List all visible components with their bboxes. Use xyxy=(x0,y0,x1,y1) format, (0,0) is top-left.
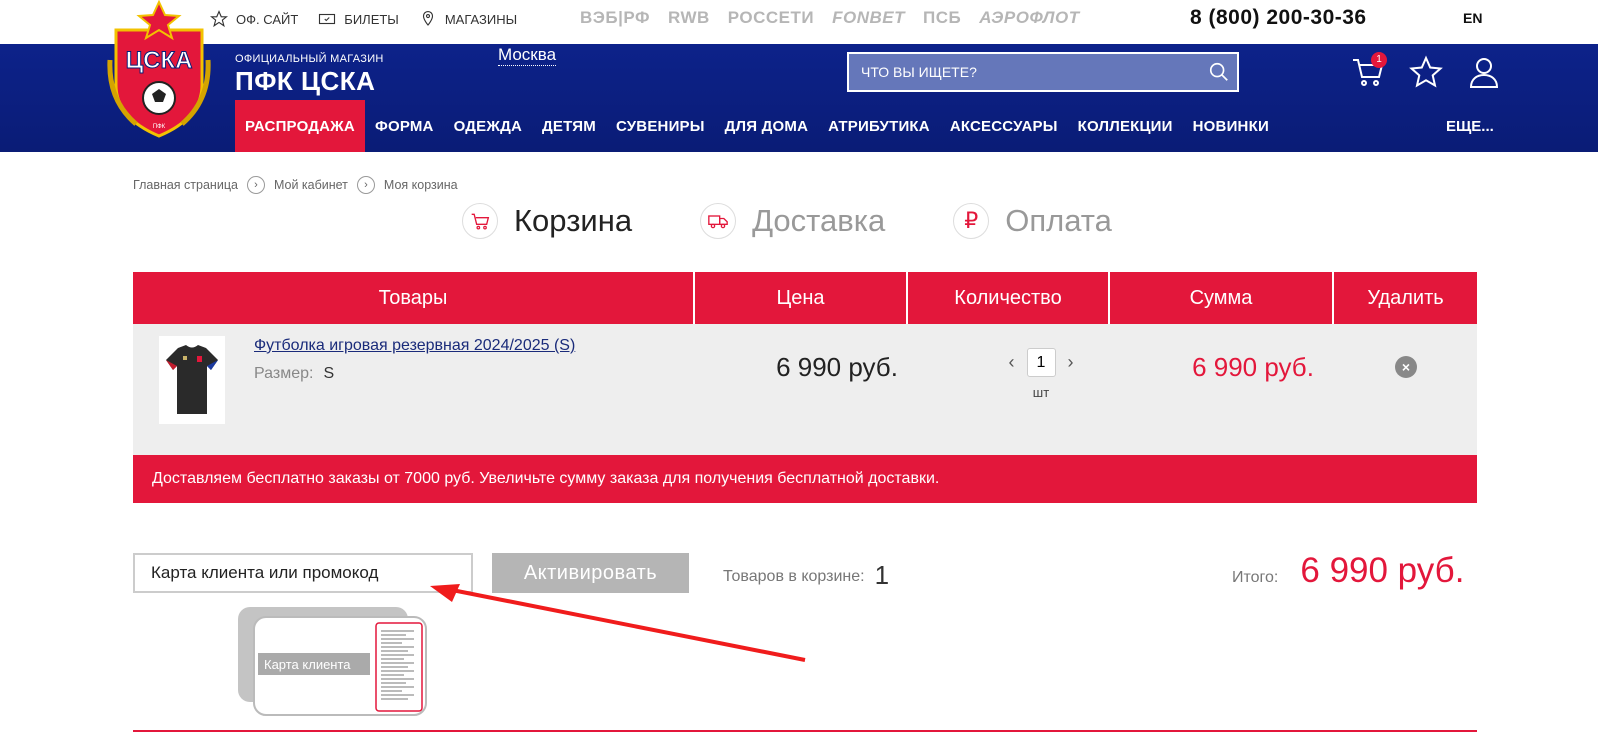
step-cart-label: Корзина xyxy=(514,203,633,238)
sponsor-veb[interactable]: ВЭБ|РФ xyxy=(580,8,650,28)
table-row: Футболка игровая резервная 2024/2025 (S)… xyxy=(133,324,1477,455)
product-size: Размер: S xyxy=(254,365,334,383)
step-payment[interactable]: ₽ Оплата xyxy=(953,203,1112,239)
stores-label: МАГАЗИНЫ xyxy=(444,11,518,27)
account-button[interactable] xyxy=(1466,54,1502,90)
official-site-label: ОФ. САЙТ xyxy=(236,11,299,27)
search-box xyxy=(847,52,1239,92)
breadcrumb-cart: Моя корзина xyxy=(383,178,458,192)
shop-brand[interactable]: ПФК ЦСКА xyxy=(235,66,375,97)
stores-link[interactable]: МАГАЗИНЫ xyxy=(419,10,517,28)
header-icons: 1 xyxy=(1350,52,1502,90)
col-header-sum: Сумма xyxy=(1110,272,1334,324)
main-nav: РАСПРОДАЖА ФОРМА ОДЕЖДА ДЕТЯМ СУВЕНИРЫ Д… xyxy=(235,100,1279,152)
nav-item-accessories[interactable]: АКСЕССУАРЫ xyxy=(940,100,1068,152)
svg-text:ЦСКА: ЦСКА xyxy=(126,47,193,74)
step-cart[interactable]: Корзина xyxy=(462,203,632,239)
cart-count-badge: 1 xyxy=(1371,52,1387,68)
checkout-steps: Корзина Доставка ₽ Оплата xyxy=(462,203,1112,239)
red-arrow-annotation xyxy=(430,584,806,662)
search-icon xyxy=(1209,62,1228,81)
breadcrumb-cabinet[interactable]: Мой кабинет xyxy=(274,178,348,192)
search-input[interactable] xyxy=(849,54,1201,90)
col-header-quantity: Количество xyxy=(908,272,1110,324)
nav-item-attributes[interactable]: АТРИБУТИКА xyxy=(818,100,940,152)
nav-item-kit[interactable]: ФОРМА xyxy=(365,100,444,152)
product-image[interactable] xyxy=(159,336,225,424)
bottom-divider xyxy=(133,730,1477,732)
top-links: ОФ. САЙТ БИЛЕТЫ МАГАЗИНЫ xyxy=(210,10,517,28)
step-delivery-label: Доставка xyxy=(752,203,886,238)
nav-item-sale[interactable]: РАСПРОДАЖА xyxy=(235,100,365,152)
sponsor-logos: ВЭБ|РФ RWB РОССЕТИ FONBET ПСБ АЭРОФЛОТ xyxy=(580,8,1080,28)
nav-item-new[interactable]: НОВИНКИ xyxy=(1183,100,1279,152)
favorites-button[interactable] xyxy=(1408,54,1444,90)
nav-item-kids[interactable]: ДЕТЯМ xyxy=(532,100,606,152)
star-icon xyxy=(210,10,228,28)
cart-table-header: Товары Цена Количество Сумма Удалить xyxy=(133,272,1477,324)
breadcrumb-home[interactable]: Главная страница xyxy=(133,178,238,192)
product-sum: 6 990 руб. xyxy=(1192,352,1314,382)
nav-item-home[interactable]: ДЛЯ ДОМА xyxy=(715,100,818,152)
quantity-input[interactable] xyxy=(1026,348,1056,377)
nav-item-collections[interactable]: КОЛЛЕКЦИИ xyxy=(1068,100,1183,152)
nav-item-clothes[interactable]: ОДЕЖДА xyxy=(444,100,532,152)
close-icon: × xyxy=(1401,359,1411,375)
col-header-products: Товары xyxy=(133,272,695,324)
shop-subtitle: ОФИЦИАЛЬНЫЙ МАГАЗИН xyxy=(235,53,384,65)
product-size-value: S xyxy=(323,365,335,382)
order-total-label: Итого: xyxy=(1232,569,1279,586)
page: ОФ. САЙТ БИЛЕТЫ МАГАЗИНЫ ВЭБ|РФ RWB РОСС… xyxy=(0,0,1598,737)
svg-text:ПФК: ПФК xyxy=(153,124,166,130)
official-site-link[interactable]: ОФ. САЙТ xyxy=(210,10,298,28)
star-icon xyxy=(1409,55,1443,88)
phone-number[interactable]: 8 (800) 200-30-36 xyxy=(1190,6,1367,30)
chevron-right-icon: › xyxy=(356,176,375,194)
location-pin-icon xyxy=(422,10,433,26)
quantity-unit: шт xyxy=(1032,385,1050,400)
order-total: Итого: 6 990 руб. xyxy=(1232,551,1464,591)
sponsor-aeroflot[interactable]: АЭРОФЛОТ xyxy=(979,8,1079,28)
tickets-link[interactable]: БИЛЕТЫ xyxy=(318,10,399,28)
user-icon xyxy=(1469,58,1499,88)
cart-button[interactable]: 1 xyxy=(1350,52,1387,90)
cart-items-count-value: 1 xyxy=(874,560,890,590)
language-switch[interactable]: EN xyxy=(1463,10,1482,26)
sponsor-fonbet[interactable]: FONBET xyxy=(832,8,905,28)
top-bar: ОФ. САЙТ БИЛЕТЫ МАГАЗИНЫ ВЭБ|РФ RWB РОСС… xyxy=(0,0,1598,44)
truck-icon xyxy=(700,203,737,239)
client-card-label: Карта клиента xyxy=(264,657,351,672)
cska-logo[interactable]: ЦСКА ПФК xyxy=(106,0,212,140)
quantity-stepper: ‹ › шт xyxy=(941,348,1141,400)
product-size-label: Размер: xyxy=(254,365,314,382)
sponsor-psb[interactable]: ПСБ xyxy=(923,8,961,28)
nav-more[interactable]: ЕЩЕ... xyxy=(1446,100,1494,152)
free-delivery-notice: Доставляем бесплатно заказы от 7000 руб.… xyxy=(133,455,1477,503)
main-header: ОФИЦИАЛЬНЫЙ МАГАЗИН ПФК ЦСКА Москва 1 РА… xyxy=(0,44,1598,152)
sponsor-rwb[interactable]: RWB xyxy=(668,8,710,28)
col-header-price: Цена xyxy=(695,272,908,324)
delete-item-button[interactable]: × xyxy=(1395,356,1417,378)
ruble-icon: ₽ xyxy=(953,203,990,239)
client-card-illustration: Карта клиента xyxy=(236,605,430,718)
tickets-label: БИЛЕТЫ xyxy=(344,11,399,27)
col-header-delete: Удалить xyxy=(1334,272,1477,324)
step-delivery[interactable]: Доставка xyxy=(700,203,885,239)
search-button[interactable] xyxy=(1201,61,1237,83)
sponsor-rosseti[interactable]: РОССЕТИ xyxy=(728,8,814,28)
order-total-value: 6 990 руб. xyxy=(1300,551,1465,590)
step-payment-label: Оплата xyxy=(1005,203,1112,238)
chevron-right-icon: › xyxy=(246,176,265,194)
ticket-icon xyxy=(319,13,336,25)
breadcrumb: Главная страница › Мой кабинет › Моя кор… xyxy=(133,176,458,194)
city-selector[interactable]: Москва xyxy=(498,45,557,66)
cart-icon xyxy=(462,203,498,239)
nav-item-souvenirs[interactable]: СУВЕНИРЫ xyxy=(606,100,715,152)
jersey-image xyxy=(166,345,218,414)
quantity-increase-button[interactable]: › xyxy=(1068,352,1074,373)
product-price: 6 990 руб. xyxy=(776,352,898,382)
quantity-decrease-button[interactable]: ‹ xyxy=(1009,352,1015,373)
product-name-link[interactable]: Футболка игровая резервная 2024/2025 (S) xyxy=(254,337,575,355)
